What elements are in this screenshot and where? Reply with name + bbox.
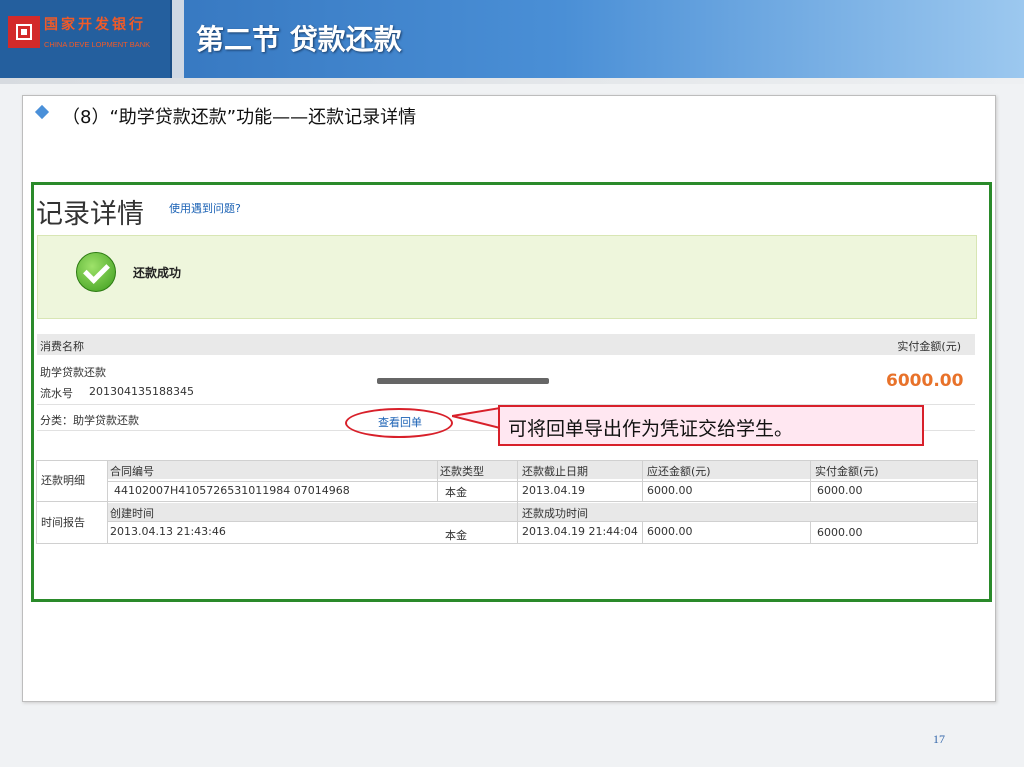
cell-create-time: 2013.04.13 21:43:46 [110,525,226,538]
cell-repay-type: 本金 [445,486,467,499]
redacted-text [377,378,549,384]
col-create-time: 创建时间 [110,507,154,520]
callout-arrow-icon [452,406,501,430]
row-divider [107,521,977,522]
success-text: 还款成功 [133,266,182,280]
row-label-time: 时间报告 [41,516,85,529]
header-divider [0,78,1024,84]
cell-repay-type-2: 本金 [445,529,467,542]
row-divider [107,481,977,482]
cell-contract-no: 44102007H4105726531011984 07014968 [114,484,350,497]
consume-table-header: 消费名称 实付金额(元) [37,334,975,355]
cell-success-time: 2013.04.19 21:44:04 [522,525,638,538]
view-receipt-label: 查看回单 [378,416,422,429]
col-due-date: 还款截止日期 [522,465,588,478]
callout-box: 可将回单导出作为凭证交给学生。 [498,405,924,446]
cell-paid-amount: 6000.00 [817,484,863,497]
record-title: 记录详情 [36,199,144,230]
cell-paid-amount-2: 6000.00 [817,526,863,539]
bank-name-cn: 国家开发银行 [44,17,146,33]
header-paid-amount: 实付金额(元) [897,340,961,353]
col-success-time: 还款成功时间 [522,507,588,520]
col-due-amount: 应还金额(元) [647,465,711,478]
callout-text: 可将回单导出作为凭证交给学生。 [508,418,794,440]
category-label: 分类：助学贷款还款 [40,414,139,427]
bank-logo: 国家开发银行 CHINA DEVE LOPMENT BANK [0,0,172,78]
col-divider [642,521,643,543]
cell-due-amount: 6000.00 [647,484,693,497]
col-divider [107,461,108,543]
view-receipt-button[interactable]: 查看回单 [345,408,453,438]
cell-due-date: 2013.04.19 [522,484,585,497]
row-divider [37,501,977,502]
cell-due-amount-2: 6000.00 [647,525,693,538]
paid-amount: 6000.00 [886,371,964,391]
col-paid-amount: 实付金额(元) [815,465,879,478]
section-title: 第二节 贷款还款 [196,23,402,56]
bank-logo-icon [8,16,40,48]
bank-name-en: CHINA DEVE LOPMENT BANK [44,40,151,49]
col-divider [810,521,811,543]
help-link[interactable]: 使用遇到问题? [169,200,241,216]
check-icon [76,252,116,292]
serial-label: 流水号 [40,387,73,400]
col-divider [517,461,518,543]
header-accent-bar [172,0,184,78]
serial-number: 201304135188345 [89,385,194,398]
row-label-repayment: 还款明细 [41,474,85,487]
col-repay-type: 还款类型 [440,465,484,478]
slide-subtitle: （8）“助学贷款还款”功能——还款记录详情 [62,107,417,128]
item-name: 助学贷款还款 [40,366,106,379]
page-number: 17 [933,732,945,746]
col-contract-no: 合同编号 [110,465,154,478]
header-consume-name: 消费名称 [40,340,84,353]
